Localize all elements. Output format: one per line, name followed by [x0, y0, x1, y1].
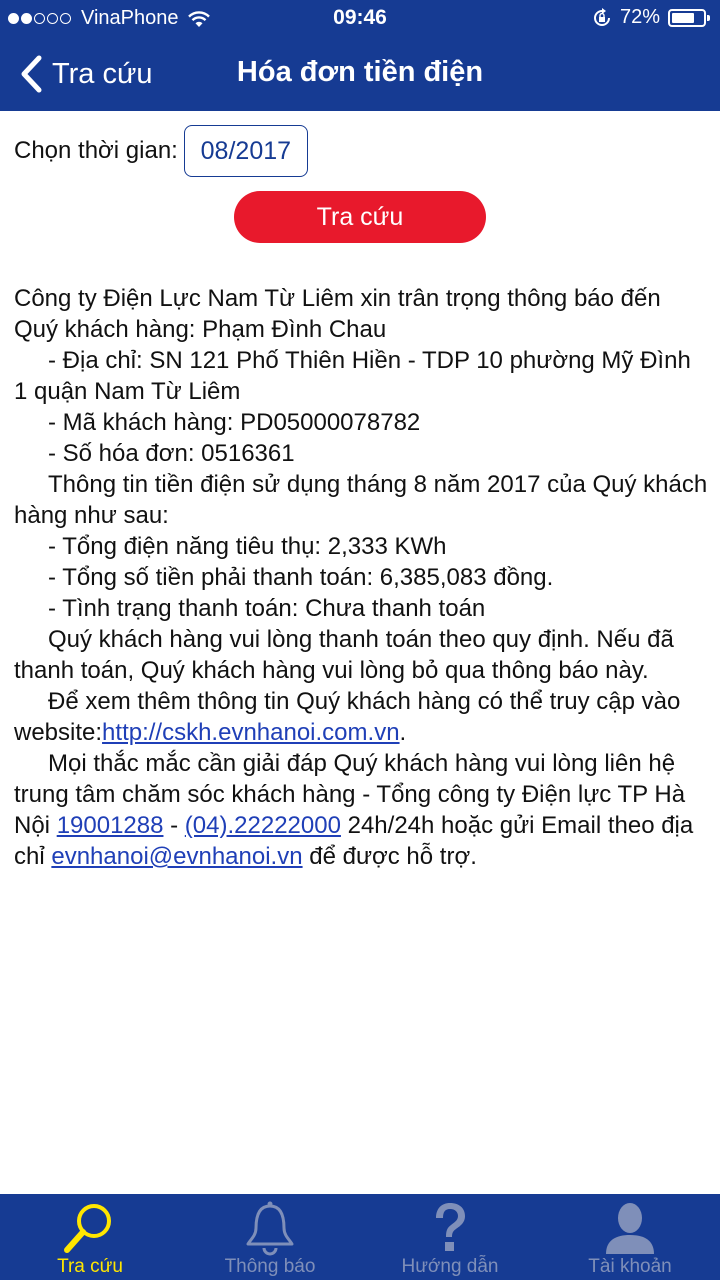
hotline-link-2[interactable]: (04).22222000: [185, 812, 341, 839]
navigation-bar: Tra cứu Hóa đơn tiền điện: [0, 36, 720, 111]
rotation-lock-icon: [593, 7, 610, 26]
tab-search-label: Tra cứu: [57, 1256, 123, 1277]
support-suffix: để được hỗ trợ.: [302, 843, 477, 870]
battery-percent: 72%: [619, 6, 660, 28]
tab-guide-label: Hướng dẫn: [401, 1256, 499, 1277]
hotline-link-1[interactable]: 19001288: [57, 812, 164, 839]
question-icon: [436, 1203, 465, 1251]
status-bar: VinaPhone 09:46 72%: [0, 0, 720, 36]
time-label: Chọn thời gian:: [14, 137, 178, 164]
tab-notifications[interactable]: Thông báo: [180, 1194, 360, 1280]
payment-status: - Tình trạng thanh toán: Chưa thanh toán: [48, 595, 486, 622]
website-link[interactable]: http://cskh.evnhanoi.com.vn: [102, 719, 400, 746]
search-button[interactable]: Tra cứu: [234, 191, 486, 243]
customer-address: - Địa chỉ: SN 121 Phố Thiên Hiền - TDP 1…: [14, 347, 691, 405]
usage-intro: Thông tin tiền điện sử dụng tháng 8 năm …: [14, 471, 708, 529]
tab-account[interactable]: Tài khoản: [540, 1194, 720, 1280]
amount-due: - Tổng số tiền phải thanh toán: 6,385,08…: [48, 564, 554, 591]
email-link[interactable]: evnhanoi@evnhanoi.vn: [51, 843, 302, 870]
search-icon: [64, 1204, 111, 1253]
time-filter-row: Chọn thời gian: 08/2017: [14, 125, 308, 177]
invoice-number: - Số hóa đơn: 0516361: [48, 440, 295, 467]
invoice-notice: Công ty Điện Lực Nam Từ Liêm xin trân tr…: [14, 283, 710, 872]
battery-level: [672, 12, 694, 23]
payment-reminder: Quý khách hàng vui lòng thanh toán theo …: [14, 626, 674, 684]
tab-guide[interactable]: Hướng dẫn: [360, 1194, 540, 1280]
bell-icon: [246, 1201, 294, 1256]
month-picker-input[interactable]: 08/2017: [183, 125, 308, 177]
tab-account-label: Tài khoản: [588, 1256, 672, 1277]
customer-code: - Mã khách hàng: PD05000078782: [48, 409, 421, 436]
energy-consumption: - Tổng điện năng tiêu thụ: 2,333 KWh: [48, 533, 447, 560]
notice-greeting: Công ty Điện Lực Nam Từ Liêm xin trân tr…: [14, 285, 661, 343]
page-title: Hóa đơn tiền điện: [236, 56, 484, 88]
user-icon: [606, 1203, 654, 1254]
bottom-tab-bar: Tra cứu Thông báo Hướng dẫn Tài khoản: [0, 1194, 720, 1280]
tab-notifications-label: Thông báo: [224, 1256, 316, 1277]
website-info: Để xem thêm thông tin Quý khách hàng có …: [14, 686, 710, 748]
top-bar: VinaPhone 09:46 72% Tra cứu Hóa đơn tiền…: [0, 0, 720, 111]
website-suffix: .: [399, 719, 407, 746]
battery-icon: [668, 8, 710, 27]
tab-search[interactable]: Tra cứu: [0, 1194, 180, 1280]
hotline-separator: -: [163, 812, 185, 839]
status-right: 72%: [592, 6, 710, 29]
support-info: Mọi thắc mắc cần giải đáp Quý khách hàng…: [14, 748, 710, 872]
